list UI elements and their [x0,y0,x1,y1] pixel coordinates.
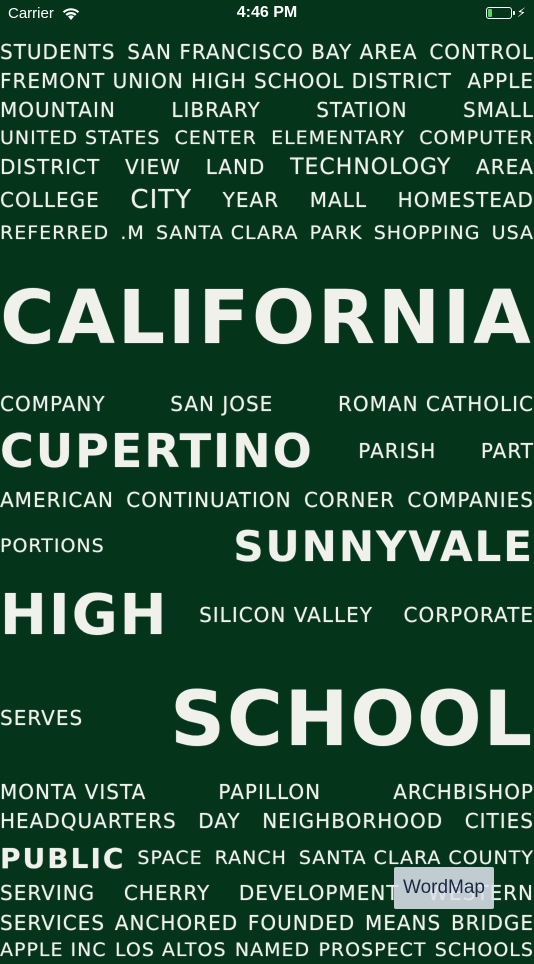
word-mountain[interactable]: MOUNTAIN [0,98,116,122]
word-sunnyvale[interactable]: SUNNYVALE [233,522,534,571]
word-california[interactable]: CALIFORNIA [0,275,533,361]
word-apple[interactable]: APPLE [467,69,534,93]
word-row: PORTIONS SUNNYVALE [0,520,534,572]
word-row: MONTA VISTA PAPILLON ARCHBISHOP [0,778,534,806]
word-archbishop[interactable]: ARCHBISHOP [393,780,534,804]
word-part[interactable]: PART [481,439,534,463]
word-row: APPLE INC LOS ALTOS NAMED PROSPECT SCHOO… [0,936,534,964]
word-named[interactable]: NAMED [235,939,310,961]
word-row: SERVICES ANCHORED FOUNDED MEANS BRIDGE [0,909,534,937]
word-anchored[interactable]: ANCHORED [115,911,238,935]
word-public[interactable]: PUBLIC [0,842,125,875]
word-serving[interactable]: SERVING [0,881,95,905]
word-ranch[interactable]: RANCH [215,847,287,869]
word-serves[interactable]: SERVES [0,706,83,730]
word-cupertino[interactable]: CUPERTINO [0,424,314,478]
word-silicon-valley[interactable]: SILICON VALLEY [199,603,373,627]
word-apple-inc[interactable]: APPLE INC [0,939,107,961]
word-usa[interactable]: USA [492,222,534,244]
word-portions[interactable]: PORTIONS [0,535,105,557]
word-headquarters[interactable]: HEADQUARTERS [0,809,177,833]
word-area[interactable]: AREA [476,155,534,179]
word-control[interactable]: CONTROL [429,40,534,64]
word-homestead[interactable]: HOMESTEAD [398,188,534,212]
word-row: CALIFORNIA [0,270,534,366]
word-row: DISTRICT VIEW LAND TECHNOLOGY AREA [0,152,534,182]
word-santa-clara-county[interactable]: SANTA CLARA COUNTY [299,847,534,869]
word-college[interactable]: COLLEGE [0,188,100,212]
word-row: HEADQUARTERS DAY NEIGHBORHOOD CITIES [0,807,534,835]
word-row: AMERICAN CONTINUATION CORNER COMPANIES [0,486,534,514]
word-technology[interactable]: TECHNOLOGY [290,155,451,180]
word-computer[interactable]: COMPUTER [419,127,534,149]
wordmap-button[interactable]: WordMap [394,867,494,909]
word-cherry[interactable]: CHERRY [124,881,210,905]
word-san-jose[interactable]: SAN JOSE [170,392,273,416]
word-view[interactable]: VIEW [125,155,181,179]
word-row: CUPERTINO PARISH PART [0,422,534,480]
word-row: STUDENTS SAN FRANCISCO BAY AREA CONTROL [0,38,534,66]
word-means[interactable]: MEANS [365,911,441,935]
word-school[interactable]: SCHOOL [170,674,534,763]
word-parish[interactable]: PARISH [358,439,436,463]
word-park[interactable]: PARK [310,222,363,244]
word-row: COLLEGE CITY YEAR MALL HOMESTEAD [0,183,534,217]
word-row: UNITED STATES CENTER ELEMENTARY COMPUTER [0,124,534,152]
word-elementary[interactable]: ELEMENTARY [271,127,405,149]
word-continuation[interactable]: CONTINUATION [126,488,291,512]
word-corner[interactable]: CORNER [304,488,395,512]
word-shopping[interactable]: SHOPPING [374,222,481,244]
word-referred[interactable]: REFERRED [0,222,109,244]
word-company[interactable]: COMPANY [0,392,106,416]
word-monta-vista[interactable]: MONTA VISTA [0,780,146,804]
word-row: REFERRED .M SANTA CLARA PARK SHOPPING US… [0,219,534,247]
word-row: FREMONT UNION HIGH SCHOOL DISTRICT APPLE [0,67,534,95]
word-students[interactable]: STUDENTS [0,40,115,64]
word-row: MOUNTAIN LIBRARY STATION SMALL [0,96,534,124]
word-city[interactable]: CITY [130,185,192,215]
word-american[interactable]: AMERICAN [0,488,114,512]
word-mall[interactable]: MALL [310,188,367,212]
word-schools[interactable]: SCHOOLS [435,939,534,961]
word-neighborhood[interactable]: NEIGHBORHOOD [262,809,443,833]
word-prospect[interactable]: PROSPECT [318,939,426,961]
word-space[interactable]: SPACE [137,847,202,869]
word-row: COMPANY SAN JOSE ROMAN CATHOLIC [0,390,534,418]
word-district[interactable]: DISTRICT [0,155,100,179]
word-development[interactable]: DEVELOPMENT [239,881,400,905]
word-cities[interactable]: CITIES [465,809,534,833]
word-row: HIGH SILICON VALLEY CORPORATE [0,582,534,648]
word-fremont-union-high-school-district[interactable]: FREMONT UNION HIGH SCHOOL DISTRICT [0,69,452,93]
word-small[interactable]: SMALL [463,98,534,122]
word-station[interactable]: STATION [316,98,407,122]
word-services[interactable]: SERVICES [0,911,105,935]
word-day[interactable]: DAY [198,809,240,833]
word-m[interactable]: .M [120,222,144,244]
word-san-francisco-bay-area[interactable]: SAN FRANCISCO BAY AREA [127,40,417,64]
wordmap-label: WordMap [402,877,485,898]
word-papillon[interactable]: PAPILLON [218,780,321,804]
word-land[interactable]: LAND [206,155,266,179]
word-high[interactable]: HIGH [0,583,169,648]
word-founded[interactable]: FOUNDED [248,911,355,935]
word-center[interactable]: CENTER [175,127,257,149]
word-santa-clara[interactable]: SANTA CLARA [156,222,299,244]
word-corporate[interactable]: CORPORATE [404,603,534,627]
word-row: SERVES SCHOOL [0,672,534,764]
word-bridge[interactable]: BRIDGE [451,911,534,935]
word-los-altos[interactable]: LOS ALTOS [115,939,227,961]
word-year[interactable]: YEAR [223,188,279,212]
word-library[interactable]: LIBRARY [171,98,260,122]
word-cloud: STUDENTS SAN FRANCISCO BAY AREA CONTROL … [0,0,534,961]
word-companies[interactable]: COMPANIES [407,488,534,512]
word-roman-catholic[interactable]: ROMAN CATHOLIC [338,392,534,416]
word-united-states[interactable]: UNITED STATES [0,127,160,149]
